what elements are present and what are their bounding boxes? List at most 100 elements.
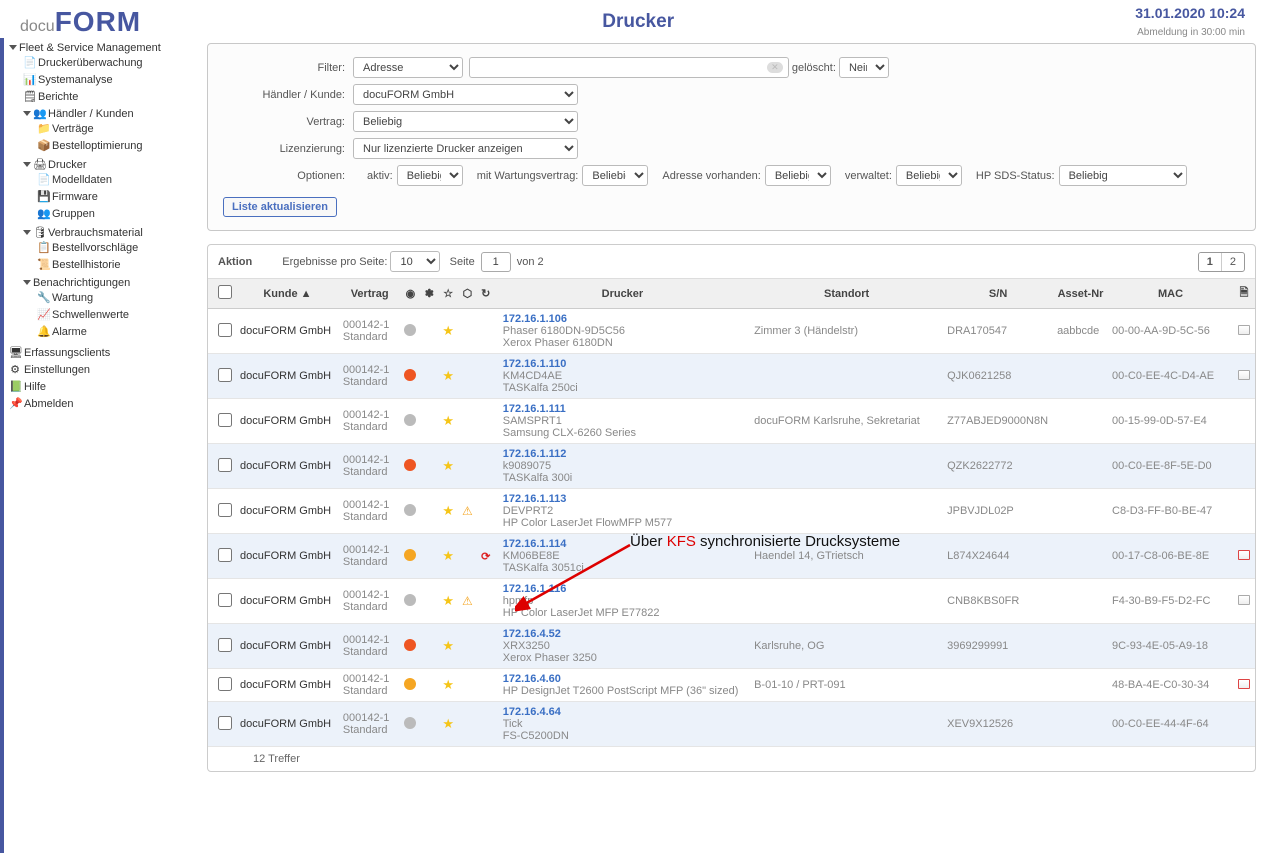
nav-root[interactable]: Fleet & Service Management: [19, 42, 161, 54]
refresh-button[interactable]: Liste aktualisieren: [223, 197, 337, 217]
row-checkbox[interactable]: [218, 413, 232, 427]
row-checkbox[interactable]: [218, 677, 232, 691]
nav-thresholds[interactable]: Schwellenwerte: [52, 309, 129, 321]
row-checkbox[interactable]: [218, 458, 232, 472]
history-icon: 📜: [37, 258, 49, 271]
nav-contracts[interactable]: Verträge: [52, 123, 94, 135]
filter-search-input[interactable]: [469, 57, 789, 78]
results-per-page-label: Ergebnisse pro Seite:: [282, 256, 387, 268]
table-row[interactable]: docuFORM GmbH000142-1Standard★172.16.4.6…: [208, 702, 1255, 747]
nav-reports[interactable]: Berichte: [38, 91, 78, 103]
nav-settings[interactable]: Einstellungen: [24, 364, 90, 376]
row-checkbox[interactable]: [218, 323, 232, 337]
nav-help[interactable]: Hilfe: [24, 381, 46, 393]
row-checkbox[interactable]: [218, 593, 232, 607]
chart-icon: 📊: [23, 73, 35, 86]
sds-select[interactable]: Beliebig: [1059, 165, 1187, 186]
row-checkbox[interactable]: [218, 548, 232, 562]
nav-maintenance[interactable]: Wartung: [52, 292, 93, 304]
cell-asset: [1053, 669, 1108, 702]
caret-icon[interactable]: [23, 111, 31, 116]
app-logo: docuFORM: [20, 6, 141, 38]
caret-icon[interactable]: [23, 230, 31, 235]
row-checkbox[interactable]: [218, 368, 232, 382]
doc-icon[interactable]: [1238, 550, 1250, 560]
col-standort[interactable]: Standort: [750, 279, 943, 309]
page-icon: 📄: [23, 56, 35, 69]
cell-drucker[interactable]: 172.16.1.111SAMSPRT1Samsung CLX-6260 Ser…: [495, 399, 750, 444]
doc-icon[interactable]: [1238, 595, 1250, 605]
col-vertrag[interactable]: Vertrag: [339, 279, 401, 309]
license-select[interactable]: Nur lizenzierte Drucker anzeigen: [353, 138, 578, 159]
cell-drucker[interactable]: 172.16.4.52XRX3250Xerox Phaser 3250: [495, 624, 750, 669]
table-row[interactable]: docuFORM GmbH000142-1Standard★⚠172.16.1.…: [208, 489, 1255, 534]
managed-select[interactable]: Beliebig: [896, 165, 962, 186]
contract-select[interactable]: Beliebig: [353, 111, 578, 132]
page-input[interactable]: [481, 252, 511, 272]
cell-drucker[interactable]: 172.16.4.64TickFS-C5200DN: [495, 702, 750, 747]
table-row[interactable]: docuFORM GmbH000142-1Standard★172.16.1.1…: [208, 399, 1255, 444]
deleted-select[interactable]: Nein: [839, 57, 889, 78]
dealer-select[interactable]: docuFORM GmbH: [353, 84, 578, 105]
cell-drucker[interactable]: 172.16.1.106Phaser 6180DN-9D5C56Xerox Ph…: [495, 309, 750, 354]
nav-order-suggestions[interactable]: Bestellvorschläge: [52, 242, 138, 254]
cell-sn: JPBVJDL02P: [943, 489, 1053, 534]
nav-model-data[interactable]: Modelldaten: [52, 174, 112, 186]
select-all-checkbox[interactable]: [218, 285, 232, 299]
doc-icon[interactable]: [1238, 679, 1250, 689]
col-drucker[interactable]: Drucker: [495, 279, 750, 309]
results-per-page-select[interactable]: 10: [390, 251, 440, 272]
nav-printers[interactable]: Drucker: [48, 159, 87, 171]
table-row[interactable]: docuFORM GmbH000142-1Standard★⚠172.16.1.…: [208, 579, 1255, 624]
row-checkbox[interactable]: [218, 716, 232, 730]
filter-type-select[interactable]: Adresse: [353, 57, 463, 78]
nav-system-analysis[interactable]: Systemanalyse: [38, 74, 113, 86]
col-asset[interactable]: Asset-Nr: [1053, 279, 1108, 309]
dealer-label: Händler / Kunde:: [223, 89, 353, 101]
cell-drucker[interactable]: 172.16.1.113DEVPRT2HP Color LaserJet Flo…: [495, 489, 750, 534]
nav-alarms[interactable]: Alarme: [52, 326, 87, 338]
settings-icon: ⚙: [9, 363, 21, 376]
address-select[interactable]: Beliebig: [765, 165, 831, 186]
nav-dealer-customers[interactable]: Händler / Kunden: [48, 108, 134, 120]
page-2-button[interactable]: 2: [1221, 253, 1244, 271]
nav-consumables[interactable]: Verbrauchsmaterial: [48, 227, 143, 239]
doc-icon[interactable]: [1238, 325, 1250, 335]
cell-mac: 00-C0-EE-4C-D4-AE: [1108, 354, 1233, 399]
caret-icon[interactable]: [23, 280, 31, 285]
clock-datetime: 31.01.2020 10:24: [1135, 5, 1245, 21]
table-row[interactable]: docuFORM GmbH000142-1Standard★172.16.1.1…: [208, 309, 1255, 354]
doc-icon[interactable]: [1238, 370, 1250, 380]
nav-logout[interactable]: Abmelden: [24, 398, 74, 410]
cell-drucker[interactable]: 172.16.1.110KM4CD4AETASKalfa 250ci: [495, 354, 750, 399]
col-status-icon: ◉: [400, 279, 420, 309]
col-kunde[interactable]: Kunde: [263, 288, 297, 300]
row-checkbox[interactable]: [218, 503, 232, 517]
cell-drucker[interactable]: 172.16.1.112k9089075TASKalfa 300i: [495, 444, 750, 489]
nav-printer-monitoring[interactable]: Druckerüberwachung: [38, 57, 143, 69]
table-row[interactable]: docuFORM GmbH000142-1Standard★172.16.1.1…: [208, 354, 1255, 399]
cell-drucker[interactable]: 172.16.4.60HP DesignJet T2600 PostScript…: [495, 669, 750, 702]
cell-kunde: docuFORM GmbH: [236, 354, 339, 399]
nav-firmware[interactable]: Firmware: [52, 191, 98, 203]
caret-icon[interactable]: [9, 45, 17, 50]
status-dot-icon: [404, 594, 416, 606]
caret-icon[interactable]: [23, 162, 31, 167]
table-row[interactable]: docuFORM GmbH000142-1Standard★172.16.1.1…: [208, 444, 1255, 489]
cell-asset: aabbcde: [1053, 309, 1108, 354]
nav-notifications[interactable]: Benachrichtigungen: [33, 277, 130, 289]
clear-search-icon[interactable]: ✕: [767, 62, 783, 73]
table-row[interactable]: docuFORM GmbH000142-1Standard★172.16.4.6…: [208, 669, 1255, 702]
col-sn[interactable]: S/N: [943, 279, 1053, 309]
col-mac[interactable]: MAC: [1108, 279, 1233, 309]
table-row[interactable]: docuFORM GmbH000142-1Standard★172.16.4.5…: [208, 624, 1255, 669]
page-1-button[interactable]: 1: [1199, 253, 1221, 271]
active-select[interactable]: Beliebig: [397, 165, 463, 186]
row-checkbox[interactable]: [218, 638, 232, 652]
nav-order-history[interactable]: Bestellhistorie: [52, 259, 120, 271]
nav-order-opt[interactable]: Bestelloptimierung: [52, 140, 143, 152]
nav-capture-clients[interactable]: Erfassungsclients: [24, 347, 110, 359]
nav-groups[interactable]: Gruppen: [52, 208, 95, 220]
wartung-select[interactable]: Beliebig: [582, 165, 648, 186]
managed-label: verwaltet:: [845, 170, 892, 182]
